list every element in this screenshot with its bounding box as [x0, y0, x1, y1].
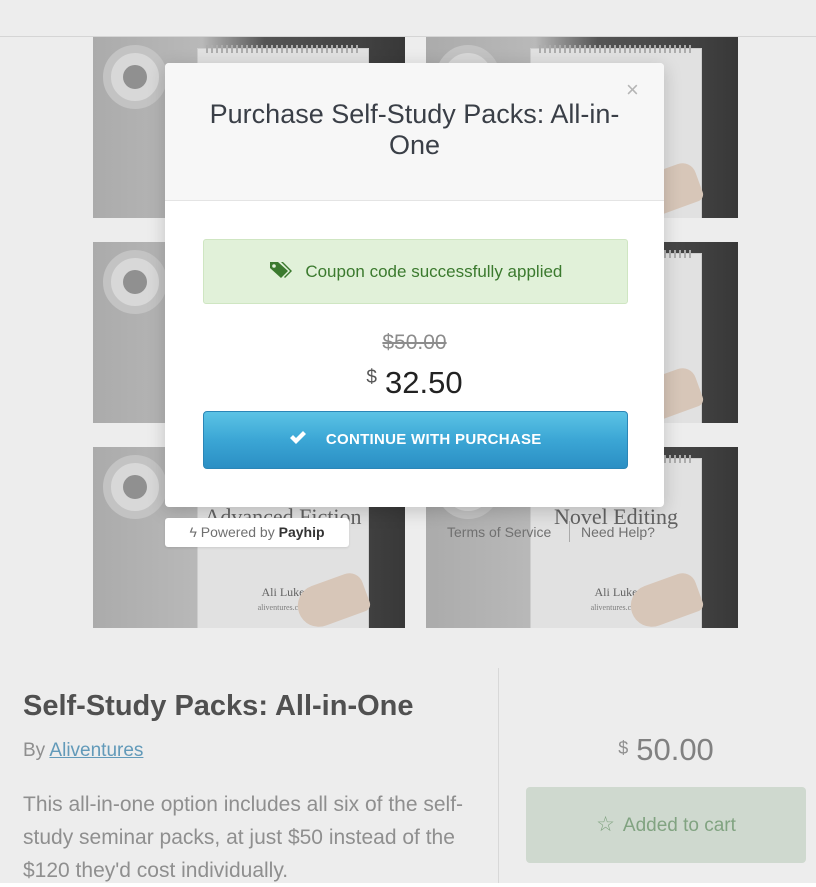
coupon-success-alert: Coupon code successfully applied: [203, 239, 628, 304]
coupon-message: Coupon code successfully applied: [305, 262, 563, 281]
modal-header: Purchase Self-Study Packs: All-in-One ×: [165, 63, 664, 201]
discounted-amount: 32.50: [385, 365, 463, 400]
modal-title: Purchase Self-Study Packs: All-in-One: [209, 99, 620, 160]
powered-by-badge[interactable]: ϟ Powered by Payhip: [165, 518, 349, 547]
powered-prefix: Powered by: [200, 524, 275, 540]
purchase-modal: Purchase Self-Study Packs: All-in-One × …: [165, 63, 664, 507]
powered-brand: Payhip: [278, 524, 325, 540]
close-icon[interactable]: ×: [626, 77, 639, 103]
currency-symbol: $: [366, 367, 377, 388]
tag-icon: [269, 261, 292, 278]
bolt-icon: ϟ: [189, 524, 197, 540]
original-price: $50.00: [382, 331, 447, 354]
checkmark-icon: [290, 431, 307, 445]
need-help-link[interactable]: Need Help?: [581, 524, 655, 540]
cta-label: CONTINUE WITH PURCHASE: [325, 431, 542, 448]
discounted-price: $32.50: [165, 365, 664, 401]
terms-of-service-link[interactable]: Terms of Service: [447, 524, 551, 540]
continue-with-purchase-button[interactable]: CONTINUE WITH PURCHASE: [203, 411, 628, 469]
footer-separator: [569, 521, 570, 542]
